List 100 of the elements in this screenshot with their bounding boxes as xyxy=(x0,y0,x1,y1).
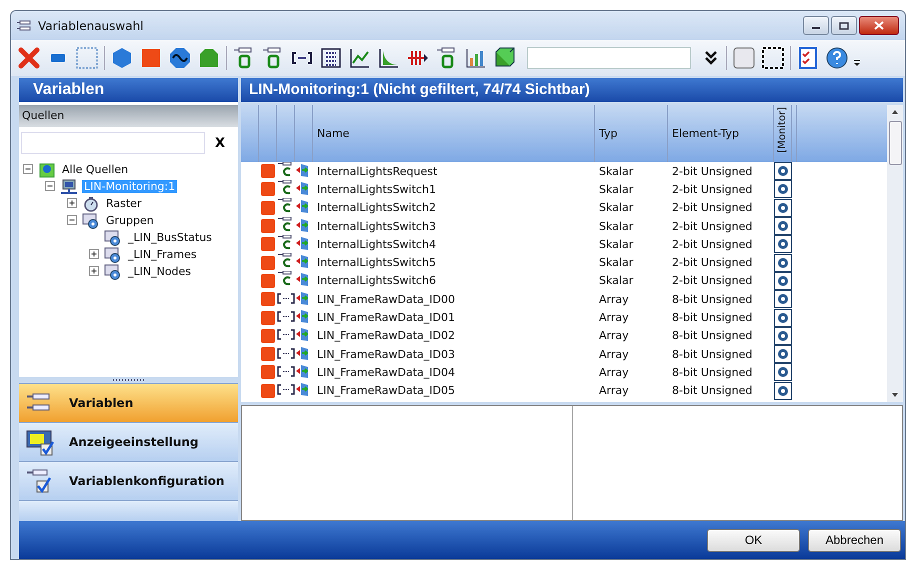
table-cell-text: Skalar xyxy=(598,238,634,251)
panel-title: Variablen xyxy=(19,78,238,102)
delete-icon[interactable] xyxy=(17,46,41,70)
square-icon xyxy=(261,256,275,270)
search-field[interactable] xyxy=(527,47,691,69)
table-cell-text: 2-bit Unsigned xyxy=(671,274,754,288)
collapse-icon[interactable] xyxy=(23,164,34,175)
tree-item[interactable]: _LIN_Frames xyxy=(126,248,199,261)
input-output-icon xyxy=(295,180,311,196)
collapse-icon[interactable] xyxy=(45,181,56,192)
column-header[interactable]: [Monitor] xyxy=(774,105,792,162)
monitor-icon[interactable] xyxy=(777,274,789,287)
group-icon xyxy=(104,246,122,262)
tree-item[interactable]: Raster xyxy=(104,197,144,210)
curve-icon[interactable] xyxy=(377,46,401,70)
tree-item[interactable]: _LIN_BusStatus xyxy=(126,231,214,244)
table-cell-text: InternalLightsSwitch1 xyxy=(316,182,437,196)
monitor-icon[interactable] xyxy=(777,238,789,250)
input-output-icon xyxy=(295,326,311,342)
scrollbar[interactable] xyxy=(887,105,903,402)
monitor-icon[interactable] xyxy=(777,293,789,306)
monitor-icon[interactable] xyxy=(777,202,789,214)
square-icon xyxy=(261,365,275,380)
collapse-icon[interactable] xyxy=(67,215,78,226)
table-cell-text: 2-bit Unsigned xyxy=(671,164,754,178)
nav-button[interactable]: Variablenkonfiguration xyxy=(19,461,238,500)
table-cell-text: Skalar xyxy=(598,256,634,270)
column-header[interactable]: Typ xyxy=(595,105,668,162)
monitor-icon[interactable] xyxy=(777,312,789,324)
cancel-button[interactable]: Abbrechen xyxy=(808,528,901,552)
input-output-icon xyxy=(295,290,311,306)
square-icon[interactable] xyxy=(139,46,163,70)
filter-field[interactable] xyxy=(21,132,205,154)
help-icon[interactable] xyxy=(825,46,849,70)
table-cell-text: 2-bit Unsigned xyxy=(671,256,754,270)
close-icon xyxy=(874,21,884,30)
minimize-button[interactable] xyxy=(803,16,829,35)
variable-icon xyxy=(17,20,33,32)
table-cell-text: 8-bit Unsigned xyxy=(671,384,754,398)
grid-title: LIN-Monitoring:1 (Nicht gefiltert, 74/74 Sichtbar) xyxy=(241,78,903,102)
chart-icon[interactable] xyxy=(348,46,372,70)
table-cell-text: LIN_FrameRawData_ID04 xyxy=(316,366,456,379)
table-cell-text: InternalLightsSwitch5 xyxy=(316,256,437,270)
nav-button[interactable]: Anzeigeeinstellung xyxy=(19,422,238,461)
table-cell-text: 8-bit Unsigned xyxy=(671,348,754,361)
table-cell-text: LIN_FrameRawData_ID00 xyxy=(316,292,456,306)
checklist-icon[interactable] xyxy=(796,46,820,70)
table-cell-text: 8-bit Unsigned xyxy=(671,292,754,306)
table-cell-text: Array xyxy=(598,329,630,342)
monitor-icon[interactable] xyxy=(777,330,789,342)
table-cell-text: InternalLightsRequest xyxy=(316,164,438,178)
square-icon xyxy=(261,219,275,234)
table-cell-text: InternalLightsSwitch3 xyxy=(316,220,437,233)
monitor-icon[interactable] xyxy=(777,183,789,196)
nav-button[interactable]: Variablen xyxy=(19,383,238,422)
tree-item[interactable]: _LIN_Nodes xyxy=(126,265,194,278)
shape-icon[interactable] xyxy=(197,46,221,70)
stopwatch-icon xyxy=(82,196,100,212)
monitor-icon[interactable] xyxy=(777,384,789,397)
input-output-icon xyxy=(295,198,311,214)
monitor-icon[interactable] xyxy=(777,348,789,360)
scroll-up-icon[interactable] xyxy=(891,109,899,115)
hexagon-icon[interactable] xyxy=(110,46,134,70)
dotted-square-icon[interactable] xyxy=(761,46,785,70)
table-cell-text: Array xyxy=(598,348,630,361)
tree-item[interactable]: Gruppen xyxy=(104,214,156,227)
column-header[interactable]: Element-Typ xyxy=(668,105,774,162)
clear-button[interactable]: X xyxy=(211,136,230,150)
bar-chart-icon[interactable] xyxy=(464,46,488,70)
table-cell-text: Array xyxy=(598,366,630,379)
table-cell-text: Skalar xyxy=(598,220,634,233)
scroll-down-icon[interactable] xyxy=(891,392,899,398)
monitor-icon[interactable] xyxy=(777,366,789,378)
input-output-icon xyxy=(295,381,311,398)
monitor-icon[interactable] xyxy=(777,256,789,269)
square-icon[interactable] xyxy=(732,46,756,70)
input-output-icon xyxy=(295,362,311,379)
scrollbar-thumb[interactable] xyxy=(888,121,902,165)
column-header[interactable]: Name xyxy=(313,105,595,162)
monitor-icon[interactable] xyxy=(777,165,789,178)
expand-icon[interactable] xyxy=(89,266,100,277)
close-button[interactable] xyxy=(859,16,899,35)
input-output-icon xyxy=(295,344,311,361)
group-icon xyxy=(104,230,122,246)
tree-item[interactable]: Alle Quellen xyxy=(60,163,130,176)
square-icon xyxy=(261,200,275,215)
table-cell-text: InternalLightsSwitch6 xyxy=(316,274,437,288)
ok-button[interactable]: OK xyxy=(707,528,800,552)
dotted-rectangle-icon[interactable] xyxy=(75,46,99,70)
square-icon xyxy=(261,274,275,288)
square-icon xyxy=(261,384,275,398)
table-cell-text: Skalar xyxy=(598,182,634,196)
matrix-icon[interactable] xyxy=(319,46,343,70)
input-output-icon xyxy=(295,234,311,251)
expand-icon[interactable] xyxy=(89,249,100,260)
wave-icon[interactable] xyxy=(168,46,192,70)
square-icon xyxy=(261,237,275,252)
monitor-icon[interactable] xyxy=(777,220,789,232)
expand-icon[interactable] xyxy=(67,198,78,209)
maximize-button[interactable] xyxy=(831,16,857,35)
